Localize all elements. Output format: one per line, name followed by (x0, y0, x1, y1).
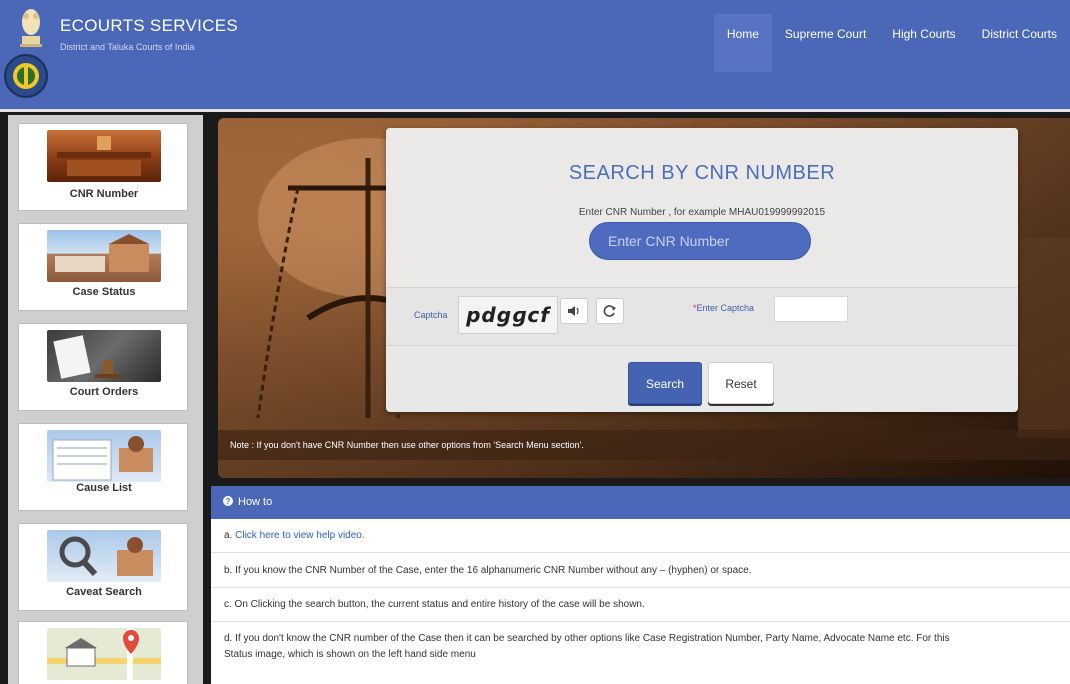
site-title[interactable]: ECOURTS SERVICES (60, 16, 238, 36)
captcha-image: pdgɡcf (458, 296, 558, 334)
site-header: ECOURTS SERVICES District and Taluka Cou… (0, 0, 1070, 112)
captcha-refresh-button[interactable] (596, 298, 624, 324)
refresh-icon (603, 305, 616, 317)
sidebar-item-label: Court Orders (69, 386, 139, 398)
nav-district-courts[interactable]: District Courts (969, 14, 1070, 72)
magnifier-image (47, 530, 161, 582)
enter-captcha-label: *Enter Captcha (693, 303, 754, 313)
sidebar-item-cause-list[interactable]: Cause List (18, 423, 188, 511)
page-title: SEARCH BY CNR NUMBER (568, 162, 836, 184)
cnr-search-panel: SEARCH BY CNR NUMBER Enter CNR Number , … (386, 128, 1018, 412)
enter-captcha-text: Enter Captcha (696, 303, 755, 313)
sidebar-item-label: Caveat Search (66, 586, 142, 598)
cause-list-image (47, 430, 161, 482)
sidebar-item-cnr-number[interactable]: CNR Number (18, 123, 188, 211)
sidebar-item-label: Cause List (76, 482, 132, 494)
main-nav: Home Supreme Court High Courts District … (713, 14, 1070, 72)
panel-header: SEARCH BY CNR NUMBER Enter CNR Number , … (386, 128, 1018, 288)
courtroom-image (47, 130, 161, 182)
reset-button[interactable]: Reset (708, 362, 774, 404)
national-emblem-icon (20, 9, 42, 47)
search-note: Note : If you don't have CNR Number then… (218, 430, 1070, 460)
captcha-audio-button[interactable] (560, 298, 588, 324)
list-item: c. On Clicking the search button, the cu… (211, 588, 1070, 622)
list-item-line: d. If you don't know the CNR number of t… (224, 633, 950, 644)
sidebar-item-caveat-search[interactable]: Caveat Search (18, 523, 188, 611)
captcha-row: Captcha pdgɡcf *Enter Captcha (386, 288, 1018, 346)
frame-edge (0, 112, 8, 684)
how-to-section: ? How to a. Click here to view help vide… (211, 486, 1070, 684)
list-item-prefix: a. (224, 530, 236, 541)
sidebar-item-case-status[interactable]: Case Status (18, 223, 188, 311)
nav-high-courts[interactable]: High Courts (879, 14, 968, 72)
svg-text:?: ? (226, 497, 231, 506)
help-video-link[interactable]: Click here to view help video. (235, 530, 365, 541)
list-item-line: Status image, which is shown on the left… (224, 649, 476, 660)
sidebar-item-label: Case Status (72, 286, 136, 298)
nav-supreme-court[interactable]: Supreme Court (772, 14, 879, 72)
document-handover-image (47, 330, 161, 382)
how-to-header[interactable]: ? How to (211, 486, 1070, 519)
list-item: a. Click here to view help video. (211, 519, 1070, 553)
help-icon: ? (223, 496, 233, 506)
captcha-text: pdgɡcf (466, 303, 550, 327)
how-to-title: How to (238, 496, 273, 508)
speaker-icon (568, 306, 579, 316)
sidebar-item-map[interactable] (18, 621, 188, 684)
captcha-input[interactable] (774, 296, 848, 322)
list-item: b. If you know the CNR Number of the Cas… (211, 553, 1070, 588)
court-building-image (47, 230, 161, 282)
site-subtitle: District and Taluka Courts of India (60, 42, 195, 52)
map-pin-image (47, 628, 161, 680)
search-button[interactable]: Search (628, 362, 702, 404)
sidebar-menu: CNR Number Case Status Court Orders Caus… (8, 115, 203, 684)
sidebar-item-label: CNR Number (69, 188, 139, 200)
cnr-hint: Enter CNR Number , for example MHAU01999… (578, 207, 826, 218)
cnr-number-input[interactable] (589, 222, 811, 260)
sidebar-item-court-orders[interactable]: Court Orders (18, 323, 188, 411)
nav-home[interactable]: Home (713, 14, 772, 72)
list-item: d. If you don't know the CNR number of t… (211, 622, 1070, 670)
court-seal-icon (4, 54, 48, 98)
captcha-label: Captcha (414, 310, 448, 320)
